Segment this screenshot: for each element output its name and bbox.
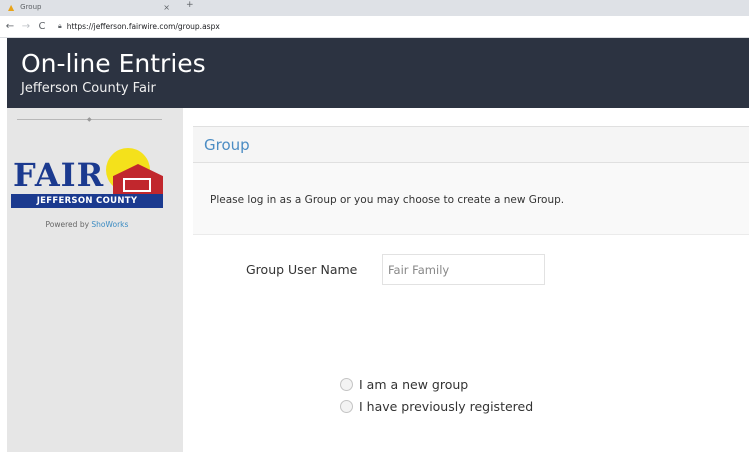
close-icon[interactable]: × xyxy=(163,3,170,12)
app-header: On-line Entries Jefferson County Fair xyxy=(7,38,749,108)
url-text: https://jefferson.fairwire.com/group.asp… xyxy=(66,22,220,31)
powered-by-prefix: Powered by xyxy=(45,220,90,229)
tab-title: Group xyxy=(20,3,42,11)
option-previously-registered[interactable]: I have previously registered xyxy=(340,399,533,414)
lock-icon: 🔒︎ xyxy=(58,22,62,30)
address-bar[interactable]: 🔒︎ https://jefferson.fairwire.com/group.… xyxy=(58,22,220,31)
radio-previously-registered[interactable] xyxy=(340,400,353,413)
powered-by: Powered by ShoWorks xyxy=(7,220,167,229)
browser-toolbar: ← → C 🔒︎ https://jefferson.fairwire.com/… xyxy=(0,16,749,38)
username-label: Group User Name xyxy=(246,262,358,277)
forward-arrow-icon[interactable]: → xyxy=(20,21,32,32)
barn-door-icon xyxy=(123,178,151,192)
reload-icon[interactable]: C xyxy=(36,21,48,32)
logo-county-banner: JEFFERSON COUNTY xyxy=(11,194,163,208)
showorks-link[interactable]: ShoWorks xyxy=(91,220,128,229)
panel-title: Group xyxy=(204,136,250,154)
warning-icon: ▲ xyxy=(8,2,15,12)
radio-new-group[interactable] xyxy=(340,378,353,391)
panel-message: Please log in as a Group or you may choo… xyxy=(193,163,749,235)
app-subtitle: Jefferson County Fair xyxy=(21,81,156,96)
sidebar: ◆ FAIR JEFFERSON COUNTY Powered by ShoWo… xyxy=(7,108,183,452)
login-form: Group User Name I am a new group I have … xyxy=(193,235,749,452)
app-title: On-line Entries xyxy=(21,49,206,78)
fair-logo: FAIR JEFFERSON COUNTY xyxy=(11,148,163,214)
browser-tabstrip: ▲ Group × + xyxy=(0,0,749,16)
new-tab-button[interactable]: + xyxy=(186,0,194,10)
panel-header: Group xyxy=(193,126,749,163)
back-arrow-icon[interactable]: ← xyxy=(4,21,16,32)
username-input[interactable] xyxy=(382,254,545,285)
logo-word: FAIR xyxy=(13,156,105,194)
divider-knob-icon: ◆ xyxy=(87,116,92,123)
option-new-group[interactable]: I am a new group xyxy=(340,377,468,392)
login-instructions: Please log in as a Group or you may choo… xyxy=(210,194,565,206)
option-previously-registered-label: I have previously registered xyxy=(359,399,534,414)
option-new-group-label: I am a new group xyxy=(359,377,469,392)
browser-tab[interactable]: ▲ Group × xyxy=(8,0,176,14)
